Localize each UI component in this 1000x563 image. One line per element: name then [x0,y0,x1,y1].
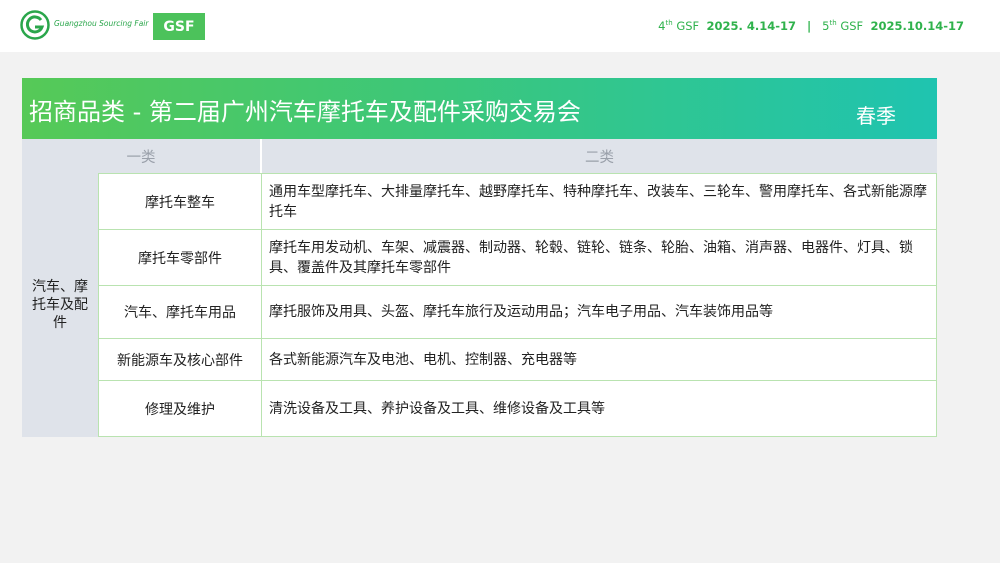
table-row: 汽车、摩托车用品 摩托服饰及用具、头盔、摩托车旅行及运动用品；汽车电子用品、汽车… [98,286,937,339]
category-level1: 汽车、摩托车及配件 [22,173,98,437]
subcategory-cell: 摩托车零部件 [98,230,262,285]
category-panel: 招商品类 - 第二届广州汽车摩托车及配件采购交易会 春季 一类 二类 汽车、摩托… [22,78,937,437]
edition2-date: 2025.10.14-17 [870,19,964,33]
items-cell: 通用车型摩托车、大排量摩托车、越野摩托车、特种摩托车、改装车、三轮车、警用摩托车… [262,174,937,229]
column-header-level1: 一类 [22,139,262,173]
subcategory-cell: 新能源车及核心部件 [98,339,262,380]
subcategory-cell: 摩托车整车 [98,174,262,229]
subcategory-cell: 修理及维护 [98,381,262,436]
date-separator: | [806,19,812,33]
table-row: 新能源车及核心部件 各式新能源汽车及电池、电机、控制器、充电器等 [98,339,937,381]
items-cell: 清洗设备及工具、养护设备及工具、维修设备及工具等 [262,381,937,436]
edition1-name: GSF [676,19,700,33]
edition1-suffix: th [665,19,673,28]
table-row: 摩托车整车 通用车型摩托车、大排量摩托车、越野摩托车、特种摩托车、改装车、三轮车… [98,173,937,230]
table-row: 摩托车零部件 摩托车用发动机、车架、减震器、制动器、轮毂、链轮、链条、轮胎、油箱… [98,230,937,286]
edition2-suffix: th [829,19,837,28]
edition2-name: GSF [840,19,864,33]
items-cell: 摩托车用发动机、车架、减震器、制动器、轮毂、链轮、链条、轮胎、油箱、消声器、电器… [262,230,937,285]
table-row: 修理及维护 清洗设备及工具、养护设备及工具、维修设备及工具等 [98,381,937,437]
page-title: 招商品类 - 第二届广州汽车摩托车及配件采购交易会 [29,98,581,126]
column-header-level2: 二类 [585,149,614,166]
items-cell: 各式新能源汽车及电池、电机、控制器、充电器等 [262,339,937,380]
season-label: 春季 [856,104,896,128]
fair-dates: 4th GSF 2025. 4.14-17 | 5th GSF 2025.10.… [658,19,964,33]
logo-text: Guangzhou Sourcing Fair [54,19,149,28]
gsf-badge: GSF [153,13,205,40]
title-bar: 招商品类 - 第二届广州汽车摩托车及配件采购交易会 春季 [22,78,937,139]
edition1-date: 2025. 4.14-17 [706,19,797,33]
top-bar: Guangzhou Sourcing Fair GSF 4th GSF 2025… [0,0,1000,52]
table-header: 一类 二类 [22,139,937,173]
edition1-number: 4 [658,19,666,33]
items-cell: 摩托服饰及用具、头盔、摩托车旅行及运动用品；汽车电子用品、汽车装饰用品等 [262,286,937,338]
subcategory-cell: 汽车、摩托车用品 [98,286,262,338]
gsf-logo-icon [20,10,50,40]
